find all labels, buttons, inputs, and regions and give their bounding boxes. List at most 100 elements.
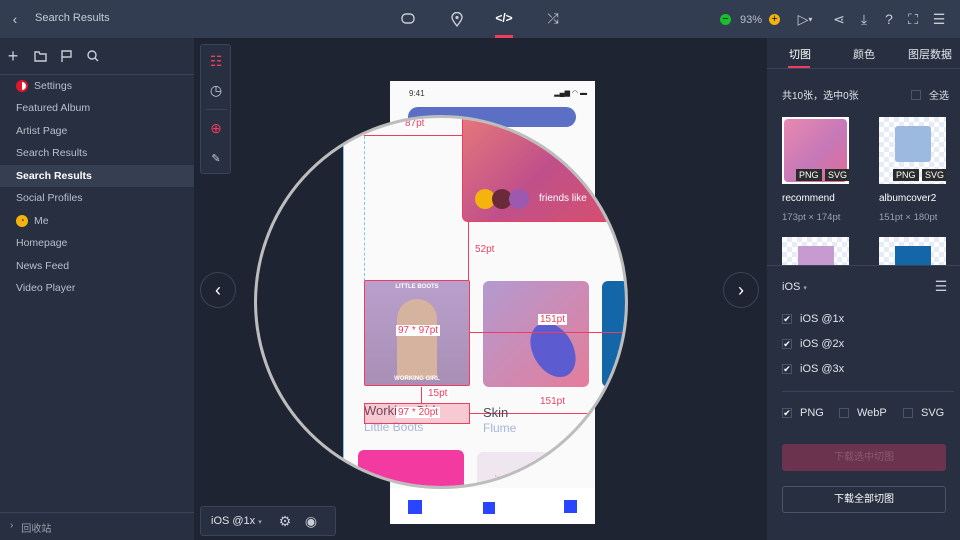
scale-3x-checkbox[interactable]: ✔ iOS @3x xyxy=(782,363,844,375)
assets-panel: 切图 颜色 图层数据 共10张，选中0张 全选 PNG SVG recommen… xyxy=(767,38,960,540)
add-icon[interactable]: + xyxy=(6,46,20,66)
format-webp-checkbox[interactable]: WebP xyxy=(839,407,887,419)
option-label: iOS @2x xyxy=(800,338,845,350)
album-title: Skin xyxy=(483,405,509,420)
sidebar-item-search-results-active[interactable]: Search Results xyxy=(0,165,194,187)
sidebar-item-settings[interactable]: Settings xyxy=(0,75,194,97)
small-sub: Rival C xyxy=(577,444,594,450)
playlist-card[interactable]: 's bra-clad xyxy=(477,452,587,486)
sidebar-item-label: Settings xyxy=(34,80,72,92)
prev-page-button[interactable]: ‹ xyxy=(200,272,236,308)
sidebar-item-artist-page[interactable]: Artist Page xyxy=(0,120,194,142)
chevron-down-icon: ▾ xyxy=(803,285,807,292)
album-cover[interactable] xyxy=(602,281,625,387)
asset-image xyxy=(895,246,931,265)
album-artist: Flume xyxy=(483,421,517,435)
measure-line xyxy=(468,222,469,280)
asset-thumbnail[interactable] xyxy=(879,237,946,265)
gear-icon[interactable]: ⚙ xyxy=(277,513,293,529)
sidebar-item-label: Artist Page xyxy=(16,125,68,137)
back-icon[interactable]: ‹ xyxy=(8,11,22,27)
checkbox-checked[interactable]: ✔ xyxy=(782,408,792,418)
top-bar: ‹ Search Results </> ⤮ − 93% + ▷ ▾ ⋖ ⤓ ? … xyxy=(0,0,960,38)
menu-icon[interactable]: ☰ xyxy=(931,11,947,27)
checkbox-checked[interactable]: ✔ xyxy=(782,364,792,374)
guide-line xyxy=(364,136,365,286)
play-icon[interactable]: ▷ ▾ xyxy=(793,11,817,27)
tab-layer-data[interactable]: 图层数据 xyxy=(908,46,952,62)
share-icon[interactable]: ⋖ xyxy=(831,11,847,27)
zoom-out-icon[interactable]: − xyxy=(720,14,731,25)
clock-icon: ◔ xyxy=(16,215,28,227)
next-page-button[interactable]: › xyxy=(723,272,759,308)
asset-thumbnail-albumcover2[interactable]: PNG SVG xyxy=(879,117,946,184)
friends-text: friends like xyxy=(539,193,587,204)
platform-dropdown[interactable]: iOS ▾ xyxy=(782,281,807,293)
eyedropper-icon[interactable]: ✎ xyxy=(208,150,224,166)
zoom-level: 93% xyxy=(740,14,763,26)
shuffle-icon[interactable]: ⤮ xyxy=(544,10,562,26)
code-icon[interactable]: </> xyxy=(494,10,514,26)
zoom-in-icon[interactable]: + xyxy=(769,14,780,25)
sidebar-item-label: Me xyxy=(34,215,49,227)
scale-2x-checkbox[interactable]: ✔ iOS @2x xyxy=(782,338,844,350)
search-icon[interactable] xyxy=(86,49,100,63)
card-text: 's bra-clad xyxy=(495,474,532,483)
sidebar-item-social-profiles[interactable]: Social Profiles xyxy=(0,187,194,209)
sidebar-item-search-results[interactable]: Search Results xyxy=(0,142,194,164)
platform-label: iOS xyxy=(782,281,801,293)
format-svg-checkbox[interactable]: SVG xyxy=(903,407,944,419)
format-badge: SVG xyxy=(825,169,849,181)
tab-icon[interactable] xyxy=(564,500,577,513)
zoom-in-icon[interactable]: ⊕ xyxy=(208,120,224,136)
fullscreen-icon[interactable]: ⛶ xyxy=(905,11,921,27)
format-badge: PNG xyxy=(893,169,919,181)
sidebar-item-news-feed[interactable]: News Feed xyxy=(0,255,194,277)
asset-thumbnail-recommend[interactable]: PNG SVG xyxy=(782,117,849,184)
asset-image xyxy=(895,126,931,162)
format-png-checkbox[interactable]: ✔ PNG xyxy=(782,407,824,419)
tab-colors[interactable]: 颜色 xyxy=(853,46,875,62)
measure-line xyxy=(470,332,625,333)
tab-icon[interactable] xyxy=(483,502,495,514)
playlist-card[interactable] xyxy=(358,450,464,486)
layers-icon[interactable]: ☷ xyxy=(208,53,224,69)
canvas-toolbar: ☷ ◷ ⊕ ✎ xyxy=(200,44,231,174)
history-icon[interactable]: ◷ xyxy=(208,82,224,98)
download-icon[interactable]: ⤓ xyxy=(856,11,872,27)
trash-label: 回收站 xyxy=(21,524,52,535)
select-all-checkbox[interactable]: 全选 xyxy=(911,87,949,102)
format-badge: SVG xyxy=(922,169,946,181)
tab-bar xyxy=(390,488,595,524)
eye-icon[interactable]: ◉ xyxy=(303,513,319,529)
asset-thumbnail[interactable] xyxy=(782,237,849,265)
sidebar-item-featured-album[interactable]: Featured Album xyxy=(0,97,194,119)
format-badge: PNG xyxy=(796,169,822,181)
sidebar-item-video-player[interactable]: Video Player xyxy=(0,277,194,299)
tab-icon[interactable] xyxy=(408,500,422,514)
location-icon[interactable] xyxy=(449,10,465,28)
checkbox-checked[interactable]: ✔ xyxy=(782,314,792,324)
tab-slices[interactable]: 切图 xyxy=(789,46,811,62)
sliders-icon[interactable]: ☰ xyxy=(933,278,949,294)
download-all-button[interactable]: 下载全部切图 xyxy=(782,486,946,513)
option-label: iOS @1x xyxy=(800,313,845,325)
flag-icon[interactable] xyxy=(59,49,73,63)
checkbox-checked[interactable]: ✔ xyxy=(782,339,792,349)
album-cover-skin[interactable] xyxy=(483,281,589,387)
option-label: WebP xyxy=(857,407,887,419)
trash-item[interactable]: › 回收站 xyxy=(10,520,51,535)
checkbox[interactable] xyxy=(839,408,849,418)
small-title: Howl xyxy=(577,436,591,442)
checkbox[interactable] xyxy=(903,408,913,418)
scale-1x-checkbox[interactable]: ✔ iOS @1x xyxy=(782,313,844,325)
sidebar-item-me[interactable]: ◔ Me xyxy=(0,210,194,232)
platform-select[interactable]: iOS @1x ▾ xyxy=(211,515,262,527)
download-selected-button[interactable]: 下载选中切图 xyxy=(782,444,946,471)
folder-icon[interactable] xyxy=(32,49,48,63)
asset-image xyxy=(798,246,834,265)
sidebar-item-homepage[interactable]: Homepage xyxy=(0,232,194,254)
checkbox[interactable] xyxy=(911,89,921,100)
help-icon[interactable]: ? xyxy=(881,11,897,27)
comment-icon[interactable] xyxy=(400,11,416,27)
